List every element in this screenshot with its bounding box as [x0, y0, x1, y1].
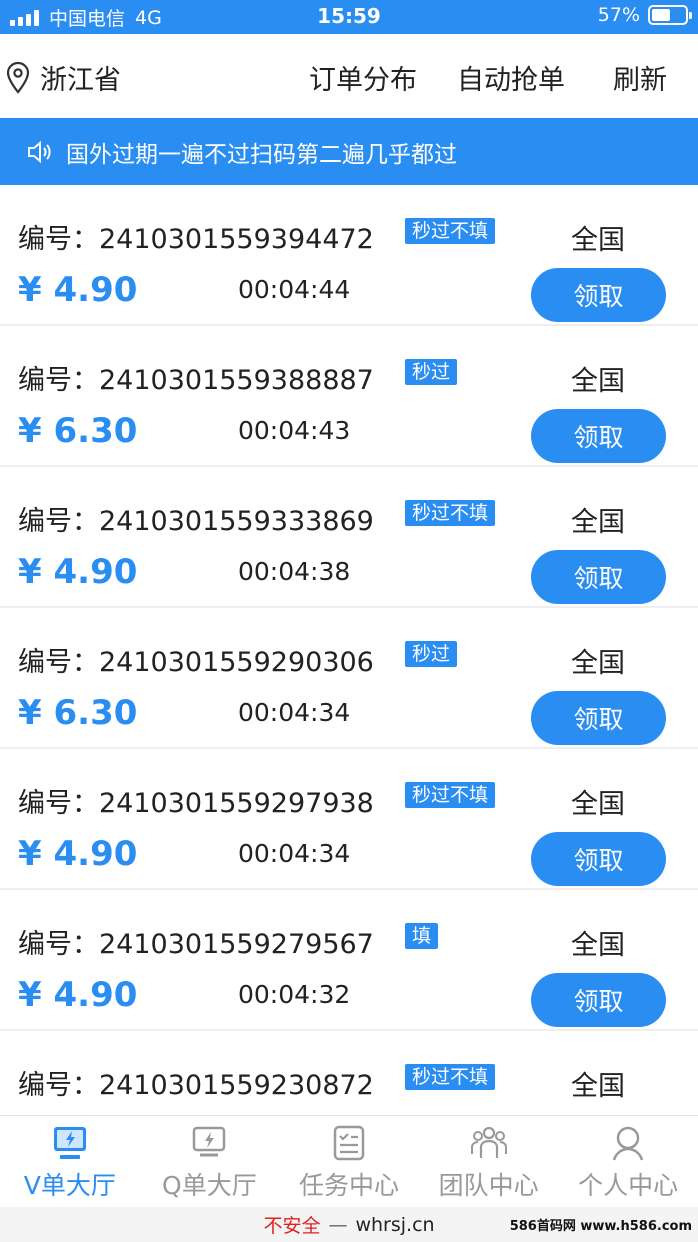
location-pin-icon	[6, 61, 30, 94]
monitor-bolt-icon	[193, 1126, 226, 1157]
order-tag: 填	[405, 923, 439, 949]
order-number-label: 编号：	[18, 506, 99, 537]
speaker-icon	[28, 140, 51, 163]
order-number: 2410301559279567	[99, 929, 374, 960]
claim-button[interactable]: 领取	[531, 691, 666, 745]
tab-task-center[interactable]: 任务中心	[279, 1116, 419, 1207]
tab-label: 团队中心	[438, 1171, 539, 1200]
order-tag: 秒过不填	[405, 1064, 496, 1090]
order-item: 编号：2410301559388887 秒过 全国 ¥ 6.30 00:04:4…	[0, 326, 698, 465]
security-warning: 不安全	[263, 1215, 321, 1237]
order-region: 全国	[571, 366, 625, 397]
order-number: 2410301559297938	[99, 788, 374, 819]
order-item: 编号：2410301559279567 填 全国 ¥ 4.90 00:04:32…	[0, 890, 698, 1029]
order-number-label: 编号：	[18, 224, 99, 255]
order-region: 全国	[571, 789, 625, 820]
order-tag: 秒过不填	[405, 218, 496, 244]
team-icon	[470, 1126, 507, 1158]
location-selector[interactable]: 浙江省	[6, 58, 121, 97]
order-region: 全国	[571, 507, 625, 538]
claim-button[interactable]: 领取	[531, 832, 666, 886]
order-tag: 秒过	[405, 359, 458, 385]
user-icon	[612, 1126, 644, 1161]
order-price: ¥ 4.90	[18, 975, 138, 1015]
order-number: 2410301559333869	[99, 506, 374, 537]
order-distribution-link[interactable]: 订单分布	[309, 58, 417, 97]
order-region: 全国	[571, 648, 625, 679]
order-tag: 秒过不填	[405, 782, 496, 808]
order-number: 2410301559394472	[99, 224, 374, 255]
battery-percent: 57%	[597, 4, 640, 26]
claim-button[interactable]: 领取	[531, 550, 666, 604]
app-header: 浙江省 订单分布 自动抢单 刷新	[0, 34, 698, 118]
order-item: 编号：2410301559333869 秒过不填 全国 ¥ 4.90 00:04…	[0, 467, 698, 606]
notice-text: 国外过期一遍不过扫码第二遍几乎都过	[66, 141, 457, 168]
tab-team-center[interactable]: 团队中心	[419, 1116, 559, 1207]
order-timer: 00:04:43	[238, 416, 351, 445]
order-price: ¥ 6.30	[18, 693, 138, 733]
notice-bar: 国外过期一遍不过扫码第二遍几乎都过	[0, 118, 698, 185]
order-region: 全国	[571, 1071, 625, 1102]
order-timer: 00:04:38	[238, 557, 351, 586]
order-price: ¥ 6.30	[18, 411, 138, 451]
order-region: 全国	[571, 930, 625, 961]
auto-grab-link[interactable]: 自动抢单	[457, 58, 565, 97]
claim-button[interactable]: 领取	[531, 409, 666, 463]
order-number-label: 编号：	[18, 1070, 99, 1101]
claim-button[interactable]: 领取	[531, 268, 666, 322]
order-price: ¥ 4.90	[18, 270, 138, 310]
order-item: 编号：2410301559290306 秒过 全国 ¥ 6.30 00:04:3…	[0, 608, 698, 747]
order-item: 编号：2410301559394472 秒过不填 全国 ¥ 4.90 00:04…	[0, 185, 698, 324]
order-number-label: 编号：	[18, 788, 99, 819]
status-bar: 中国电信 4G 15:59 57%	[0, 0, 698, 34]
order-timer: 00:04:34	[238, 839, 351, 868]
watermark: 586首码网 www.h586.com	[509, 1219, 692, 1234]
location-label: 浙江省	[40, 65, 121, 96]
order-list[interactable]: 编号：2410301559394472 秒过不填 全国 ¥ 4.90 00:04…	[0, 185, 698, 1115]
refresh-link[interactable]: 刷新	[613, 58, 667, 97]
browser-address-bar[interactable]: 不安全 — whrsj.cn 586首码网 www.h586.com	[0, 1207, 698, 1242]
order-timer: 00:04:34	[238, 698, 351, 727]
order-price: ¥ 4.90	[18, 834, 138, 874]
order-number: 2410301559388887	[99, 365, 374, 396]
tab-label: 个人中心	[578, 1171, 679, 1200]
order-timer: 00:04:32	[238, 980, 351, 1009]
checklist-icon	[333, 1125, 365, 1161]
order-number-label: 编号：	[18, 365, 99, 396]
monitor-bolt-icon	[53, 1127, 86, 1159]
order-number-label: 编号：	[18, 929, 99, 960]
tab-q-hall[interactable]: Q单大厅	[140, 1116, 280, 1207]
order-price: ¥ 4.90	[18, 552, 138, 592]
tab-label: Q单大厅	[162, 1171, 257, 1200]
order-timer: 00:04:44	[238, 275, 351, 304]
bottom-tab-bar: V单大厅 Q单大厅 任务中心 团队中心 个人中心	[0, 1115, 698, 1207]
order-item: 编号：2410301559230872 秒过不填 全国	[0, 1031, 698, 1115]
order-tag: 秒过不填	[405, 500, 496, 526]
order-number-label: 编号：	[18, 647, 99, 678]
tab-label: 任务中心	[298, 1171, 399, 1200]
tab-personal-center[interactable]: 个人中心	[558, 1116, 698, 1207]
battery-icon	[648, 5, 692, 25]
tab-label: V单大厅	[23, 1171, 116, 1200]
separator: —	[328, 1213, 348, 1236]
order-tag: 秒过	[405, 641, 458, 667]
tab-v-hall[interactable]: V单大厅	[0, 1116, 140, 1207]
domain-label: whrsj.cn	[355, 1213, 435, 1236]
order-number: 2410301559230872	[99, 1070, 374, 1101]
claim-button[interactable]: 领取	[531, 973, 666, 1027]
order-region: 全国	[571, 225, 625, 256]
clock: 15:59	[317, 4, 381, 28]
order-number: 2410301559290306	[99, 647, 374, 678]
order-item: 编号：2410301559297938 秒过不填 全国 ¥ 4.90 00:04…	[0, 749, 698, 888]
